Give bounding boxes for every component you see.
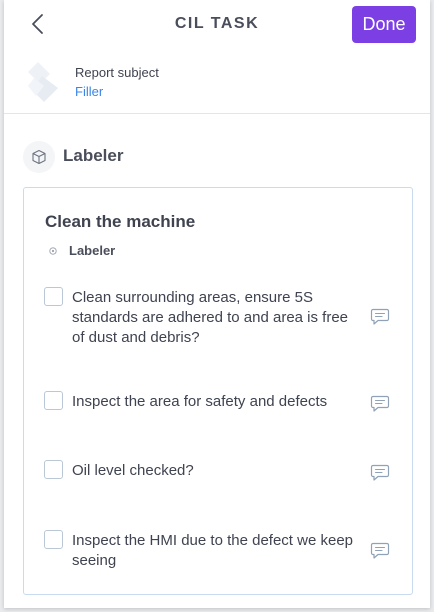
card-subtitle: Labeler <box>69 243 116 258</box>
top-bar: CIL TASK Done <box>4 0 430 48</box>
task-checkbox[interactable] <box>44 530 63 549</box>
task-label: Inspect the area for safety and defects <box>72 393 328 410</box>
comment-icon <box>370 308 390 325</box>
section-icon <box>23 141 55 173</box>
comment-button[interactable] <box>370 308 390 326</box>
report-subject-label: Report subject <box>75 65 159 80</box>
cube-icon <box>32 149 46 165</box>
task-label: Clean surrounding areas, ensure 5S stand… <box>72 289 349 346</box>
report-subject: Report subject Filler <box>4 52 430 114</box>
comment-button[interactable] <box>370 542 390 560</box>
circle-dot-icon <box>49 247 57 255</box>
cil-task-screen: CIL TASK Done Report subject Filler Labe… <box>4 0 430 608</box>
report-subject-value[interactable]: Filler <box>75 84 103 99</box>
comment-button[interactable] <box>370 395 390 413</box>
brand-logo-icon <box>28 62 60 102</box>
comment-icon <box>370 395 390 412</box>
task-label: Oil level checked? <box>72 462 194 479</box>
comment-icon <box>370 464 390 481</box>
comment-icon <box>370 542 390 559</box>
section-title: Labeler <box>63 146 124 165</box>
task-label: Inspect the HMI due to the defect we kee… <box>72 532 354 569</box>
task-checkbox[interactable] <box>44 391 63 410</box>
task-checkbox[interactable] <box>44 287 63 306</box>
task-card: Clean the machine Labeler Clean surround… <box>23 187 413 595</box>
comment-button[interactable] <box>370 464 390 482</box>
card-title: Clean the machine <box>45 212 196 231</box>
done-button[interactable]: Done <box>352 6 416 43</box>
task-checkbox[interactable] <box>44 460 63 479</box>
